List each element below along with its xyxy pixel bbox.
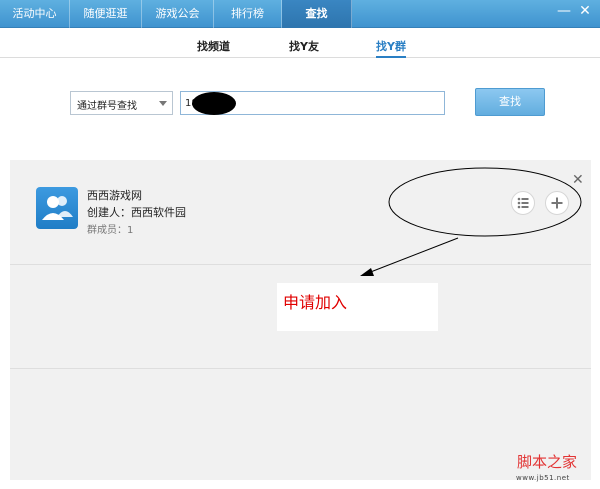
tab-find-channel[interactable]: 找频道 bbox=[197, 38, 230, 54]
tab-find-group[interactable]: 找Y群 bbox=[376, 38, 406, 58]
group-name[interactable]: 西西游戏网 bbox=[87, 187, 142, 203]
list-icon bbox=[517, 197, 529, 209]
top-nav-bar: 活动中心 随便逛逛 游戏公会 排行榜 查找 — ✕ bbox=[0, 0, 600, 28]
search-mode-select[interactable]: 通过群号查找 bbox=[70, 91, 173, 115]
nav-tab-browse[interactable]: 随便逛逛 bbox=[70, 0, 142, 28]
plus-icon bbox=[551, 197, 563, 209]
tab-find-friend[interactable]: 找Y友 bbox=[289, 38, 319, 54]
close-window-button[interactable]: ✕ bbox=[578, 4, 592, 18]
nav-tab-ranking[interactable]: 排行榜 bbox=[214, 0, 282, 28]
row-divider bbox=[10, 264, 591, 265]
watermark-logo: 脚本之家 bbox=[517, 453, 578, 471]
search-mode-selected: 通过群号查找 bbox=[77, 101, 137, 112]
join-group-button[interactable] bbox=[545, 191, 569, 215]
group-details-button[interactable] bbox=[511, 191, 535, 215]
annotation-label-box: 申请加入 bbox=[277, 283, 438, 331]
group-avatar bbox=[36, 187, 78, 229]
nav-tab-activity-center[interactable]: 活动中心 bbox=[0, 0, 70, 28]
redaction-mark bbox=[192, 92, 236, 115]
chevron-down-icon bbox=[159, 101, 167, 106]
watermark-url: www.jb51.net bbox=[516, 474, 570, 482]
nav-tab-search[interactable]: 查找 bbox=[282, 0, 352, 28]
search-button[interactable]: 查找 bbox=[475, 88, 545, 116]
group-member-count: 群成员：1 bbox=[87, 225, 134, 236]
close-result-button[interactable]: ✕ bbox=[572, 173, 584, 187]
row-divider bbox=[10, 368, 591, 369]
group-creator: 创建人：西西软件园 bbox=[87, 206, 186, 219]
annotation-apply-join: 申请加入 bbox=[283, 293, 348, 312]
group-people-icon bbox=[42, 196, 73, 220]
nav-tab-game-guild[interactable]: 游戏公会 bbox=[142, 0, 214, 28]
sub-tab-bar: 找频道 找Y友 找Y群 bbox=[0, 28, 600, 58]
minimize-button[interactable]: — bbox=[557, 4, 571, 18]
